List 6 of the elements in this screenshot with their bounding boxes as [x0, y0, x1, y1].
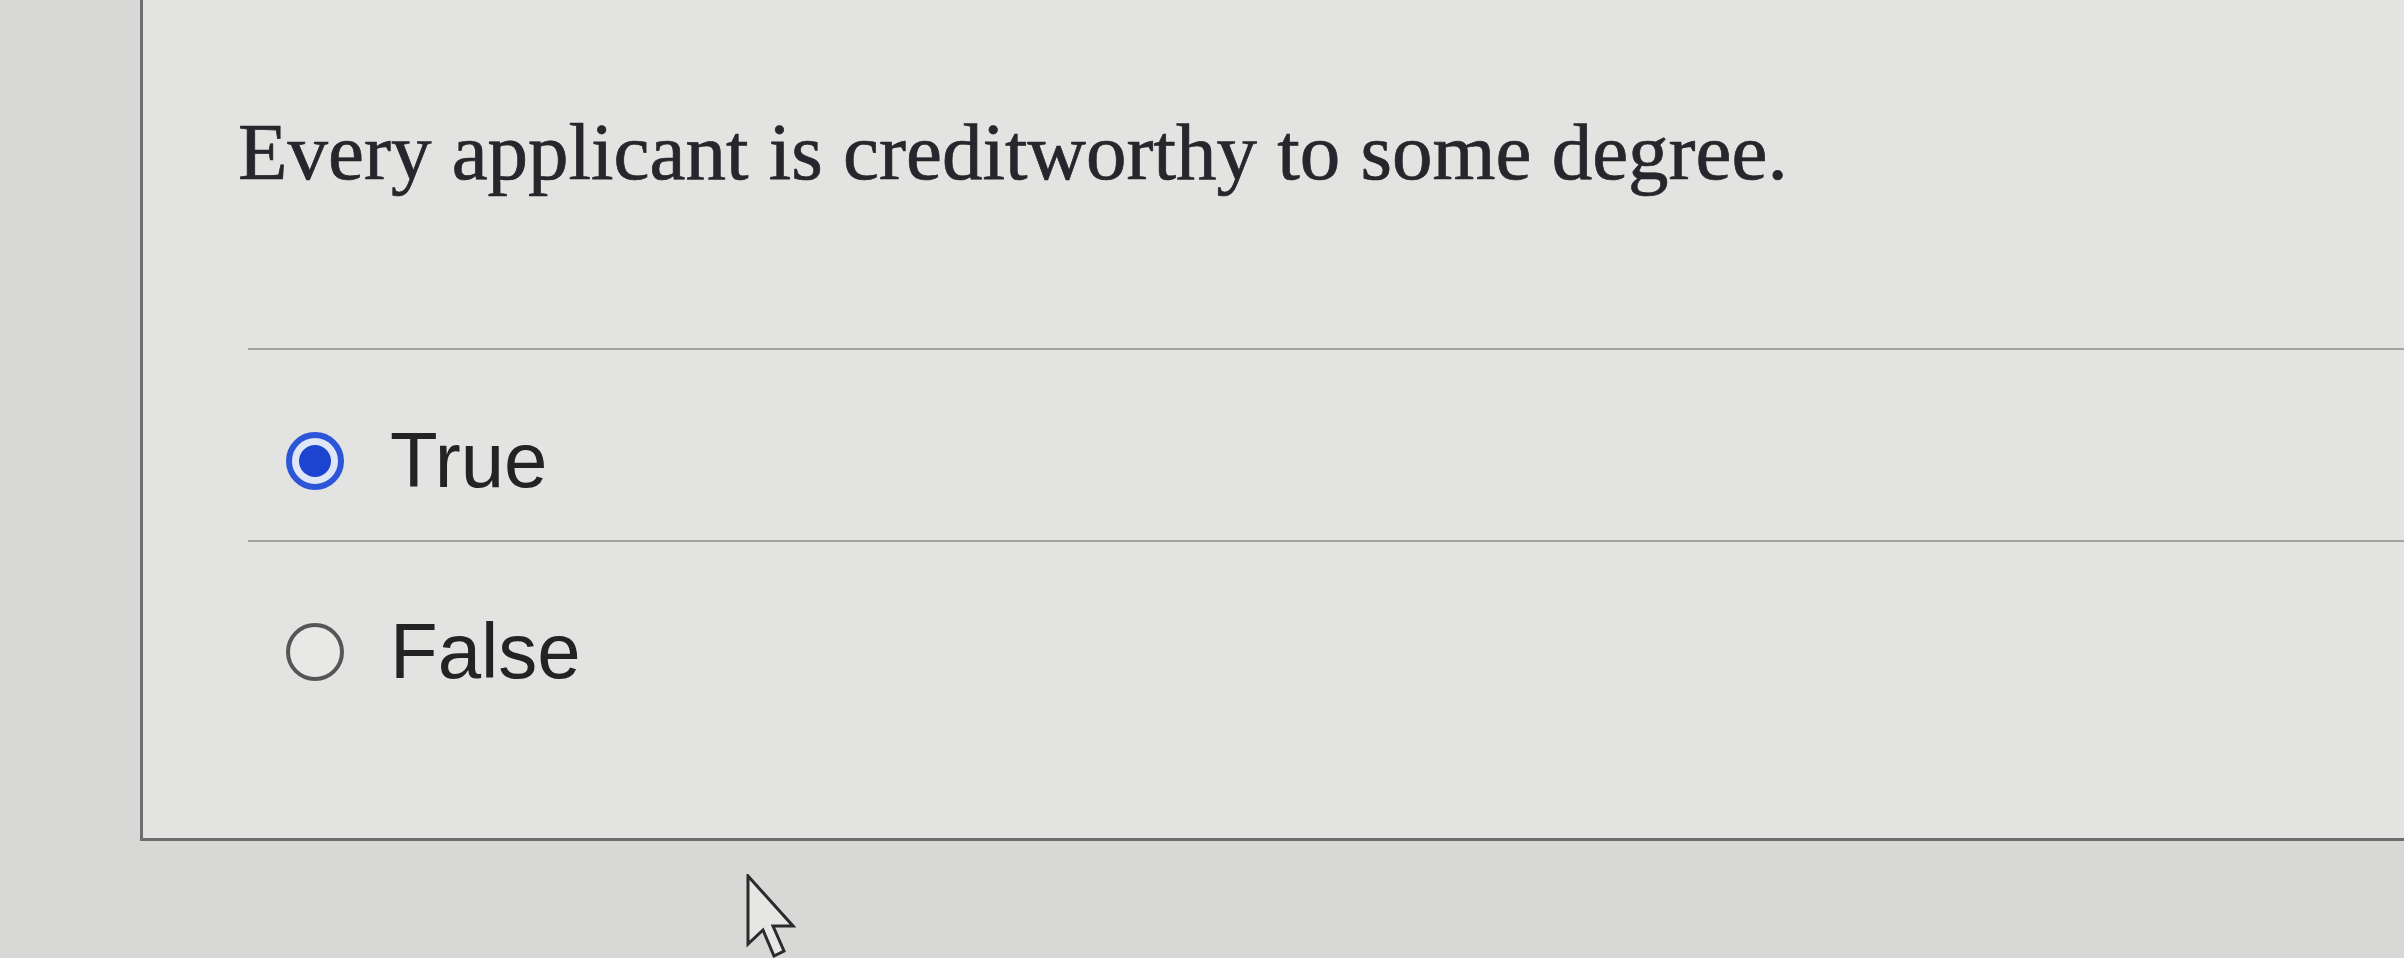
radio-button[interactable] [286, 623, 344, 682]
question-text: Every applicant is creditworthy to some degree. [238, 108, 1788, 198]
option-label[interactable]: True [390, 418, 548, 504]
radio-button[interactable] [286, 432, 344, 491]
pointer-cursor-icon [746, 874, 796, 958]
option-label[interactable]: False [390, 609, 581, 695]
